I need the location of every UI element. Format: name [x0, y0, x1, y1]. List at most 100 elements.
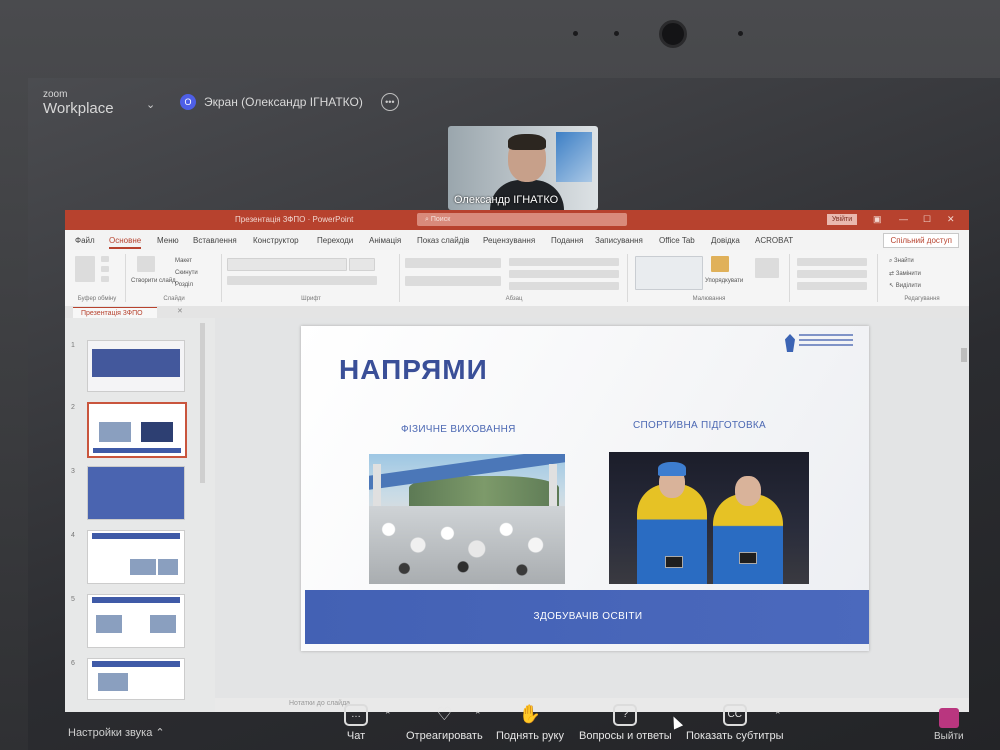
font-size-select[interactable] — [349, 258, 375, 271]
select-button[interactable]: ↖ Виділити — [889, 282, 921, 289]
thumb-band — [92, 533, 180, 539]
align-text-button[interactable] — [509, 270, 619, 278]
slide-editor: НАПРЯМИ ФІЗИЧНЕ ВИХОВАННЯ СПОРТИВНА ПІДГ… — [215, 318, 969, 698]
ribbon-group-editing: ⌕ Знайти ⇄ Замінити ↖ Виділити Редагуван… — [879, 254, 965, 302]
arrange-icon[interactable] — [711, 256, 729, 272]
current-slide[interactable]: НАПРЯМИ ФІЗИЧНЕ ВИХОВАННЯ СПОРТИВНА ПІДГ… — [301, 326, 869, 651]
close-tab-icon[interactable]: ✕ — [177, 307, 183, 315]
maximize-icon[interactable]: ☐ — [923, 214, 931, 225]
cc-icon: CC — [722, 704, 747, 726]
font-style-buttons[interactable] — [227, 276, 377, 285]
quick-styles-icon[interactable] — [755, 258, 779, 278]
slide-number: 1 — [71, 342, 75, 349]
ribbon-group-label: Слайди — [163, 296, 185, 302]
slide-title: НАПРЯМИ — [339, 354, 488, 385]
layout-button[interactable]: Макет — [175, 258, 192, 264]
shapes-gallery[interactable] — [635, 256, 703, 290]
copy-icon[interactable] — [101, 266, 109, 272]
more-options-icon[interactable]: ••• — [380, 93, 399, 111]
thumb-photo — [99, 422, 131, 442]
replace-button[interactable]: ⇄ Замінити — [889, 270, 921, 277]
slide-thumbnail-1[interactable] — [87, 340, 185, 392]
replace-label: Замінити — [895, 271, 921, 277]
tab-menu[interactable]: Меню — [157, 236, 179, 245]
tab-slideshow[interactable]: Показ слайдів — [417, 236, 469, 245]
screen: zoom Workplace ⌄ О Экран (Олександр ІГНА… — [28, 78, 1000, 750]
shape-fill-button[interactable] — [797, 258, 867, 266]
webcam-indicator — [573, 31, 578, 36]
document-tabs: Презентація 3ФПО ✕ — [65, 306, 969, 319]
close-icon[interactable]: ✕ — [947, 214, 955, 225]
slide-thumbnail-6[interactable] — [87, 658, 185, 700]
slide-number: 4 — [71, 532, 75, 539]
list-buttons[interactable] — [405, 258, 501, 268]
leave-icon — [938, 708, 959, 728]
ppt-window-title: Презентація 3ФПО · PowerPoint — [235, 215, 354, 224]
reset-button[interactable]: Скинути — [175, 270, 198, 276]
zoom-toolbar: Настройки звука ⌃ … Чат ⌃ ♡ Отреагироват… — [28, 698, 1000, 750]
slide-thumbnail-5[interactable] — [87, 594, 185, 648]
participant-video[interactable]: Олександр ІГНАТКО — [448, 126, 598, 210]
thumb-photo — [150, 615, 176, 633]
slide-thumbnail-2[interactable] — [87, 402, 187, 458]
tab-review[interactable]: Рецензування — [483, 236, 535, 245]
react-button[interactable]: ♡ Отреагировать — [406, 704, 483, 742]
smartart-button[interactable] — [509, 282, 619, 290]
chevron-down-icon[interactable]: ⌄ — [146, 98, 155, 111]
new-slide-icon[interactable] — [137, 256, 155, 272]
shape-effects-button[interactable] — [797, 282, 867, 290]
react-options-chevron[interactable]: ⌃ — [474, 710, 482, 721]
tab-insert[interactable]: Вставлення — [193, 236, 237, 245]
new-slide-button[interactable]: Створити слайд — [131, 278, 176, 284]
tab-recording[interactable]: Записування — [595, 236, 643, 245]
cut-icon[interactable] — [101, 256, 109, 262]
tab-design[interactable]: Конструктор — [253, 236, 299, 245]
ministry-logo — [785, 332, 855, 356]
minimize-icon[interactable]: — — [899, 214, 908, 224]
tab-home[interactable]: Основне — [109, 236, 142, 249]
captions-options-chevron[interactable]: ⌃ — [774, 710, 782, 721]
chat-options-chevron[interactable]: ⌃ — [384, 710, 392, 721]
captions-button[interactable]: CC Показать субтитры — [686, 704, 784, 742]
tab-transitions[interactable]: Переходи — [317, 236, 353, 245]
text-direction-button[interactable] — [509, 258, 619, 266]
format-painter-icon[interactable] — [101, 276, 109, 282]
thumbnails-scrollbar[interactable] — [200, 323, 205, 483]
tab-file[interactable]: Файл — [75, 236, 95, 245]
qa-button[interactable]: ? Вопросы и ответы — [579, 704, 672, 742]
zoom-brand: zoom Workplace — [43, 90, 114, 118]
paste-icon[interactable] — [75, 256, 95, 282]
tab-view[interactable]: Подання — [551, 236, 583, 245]
thumb-photo — [96, 615, 122, 633]
editor-scrollbar[interactable] — [961, 348, 967, 362]
leave-button[interactable]: Выйти — [934, 708, 964, 742]
sections-button[interactable]: Розділ — [175, 282, 193, 288]
screen-share-indicator[interactable]: О Экран (Олександр ІГНАТКО) ••• — [180, 93, 399, 111]
ppt-search-box[interactable]: ⌕ Поиск — [417, 213, 627, 226]
tab-animation[interactable]: Анімація — [369, 236, 401, 245]
raise-hand-button[interactable]: ✋ Поднять руку — [496, 704, 564, 742]
ribbon-display-icon[interactable]: ▣ — [873, 214, 882, 225]
select-icon: ↖ — [889, 283, 896, 289]
shape-outline-button[interactable] — [797, 270, 867, 278]
find-button[interactable]: ⌕ Знайти — [889, 258, 914, 265]
thumb-band — [92, 597, 180, 603]
slide-number: 3 — [71, 468, 75, 475]
ribbon-group-clipboard: Буфер обміну — [69, 254, 126, 302]
arrange-button[interactable]: Упорядкувати — [705, 278, 743, 284]
athlete-2 — [713, 494, 783, 584]
thumb-photo — [141, 422, 173, 442]
slide-thumbnail-3[interactable] — [87, 466, 185, 520]
slide-thumbnail-4[interactable] — [87, 530, 185, 584]
tab-acrobat[interactable]: ACROBAT — [755, 236, 793, 245]
chat-button[interactable]: … Чат — [344, 704, 368, 742]
tab-office-tab[interactable]: Office Tab — [659, 236, 695, 245]
share-access-button[interactable]: Спільний доступ — [883, 233, 959, 248]
hand-icon: ✋ — [518, 704, 542, 724]
tab-help[interactable]: Довідка — [711, 236, 740, 245]
athlete-1-hat — [658, 462, 686, 476]
audio-settings-button[interactable]: Настройки звука ⌃ — [68, 726, 165, 739]
font-name-select[interactable] — [227, 258, 347, 271]
align-buttons[interactable] — [405, 276, 501, 286]
signin-button[interactable]: Увійти — [827, 214, 857, 225]
